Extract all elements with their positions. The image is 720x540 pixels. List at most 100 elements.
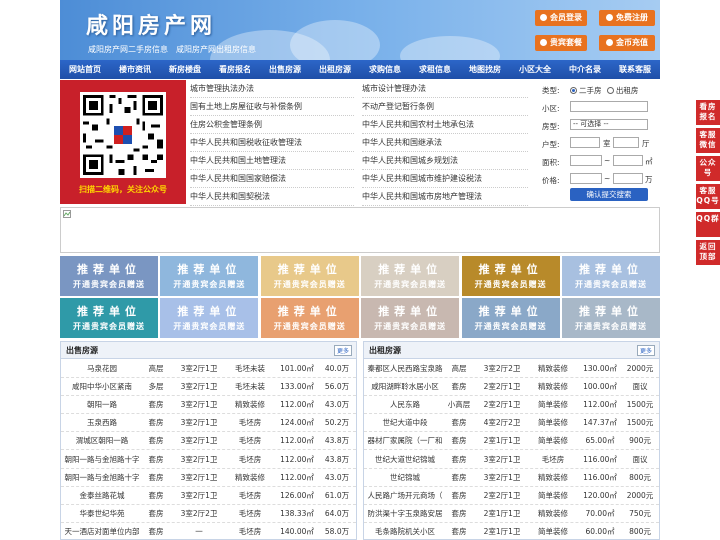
halls-select[interactable] (613, 137, 639, 148)
table-row[interactable]: 毛条路院机关小区 套房 2室1厅1卫 简单装修 60.00㎡ 800元 (364, 523, 659, 540)
register-button[interactable]: 免费注册 (599, 10, 655, 26)
area-min-input[interactable] (570, 155, 602, 166)
table-row[interactable]: 世纪大道世纪锦城 套房 3室2厅1卫 毛坯房 116.00㎡ 面议 (364, 451, 659, 469)
link-item[interactable]: 城市管理执法办法 (190, 80, 354, 98)
table-row[interactable]: 朝阳一路与金旭路十字 套房 3室2厅1卫 精致装修 112.00㎡ 43.0万 (61, 469, 356, 487)
float-qq-group[interactable]: QQ群 (696, 212, 720, 237)
rooms-select[interactable] (570, 137, 600, 148)
coin-recharge-button[interactable]: 金币充值 (599, 35, 655, 51)
table-row[interactable]: 玉泉西路 套房 3室2厅1卫 毛坯房 124.00㎡ 50.2万 (61, 414, 356, 433)
cell-community[interactable]: 玉泉西路 (63, 414, 141, 432)
nav-for-sale[interactable]: 出售房源 (260, 60, 310, 79)
nav-news[interactable]: 楼市资讯 (110, 60, 160, 79)
table-row[interactable]: 器材厂家属院（一厂和 套房 2室1厅1卫 简单装修 65.00㎡ 900元 (364, 432, 659, 451)
nav-for-rent[interactable]: 出租房源 (310, 60, 360, 79)
table-row[interactable]: 秦都区人民西路宝泉路 高层 3室2厅2卫 精致装修 130.00㎡ 2000元 (364, 360, 659, 378)
cell-community[interactable]: 毛条路院机关小区 (366, 523, 444, 540)
float-viewing-signup[interactable]: 看房报名 (696, 100, 720, 125)
recommend-tile[interactable]: 推荐单位 开通贵宾会员赠送 (160, 256, 259, 296)
link-item[interactable]: 住房公积金管理条例 (190, 116, 354, 134)
table-row[interactable]: 朝阳一路 套房 3室2厅1卫 精致装修 112.00㎡ 43.0万 (61, 396, 356, 415)
recommend-tile[interactable]: 推荐单位 开通贵宾会员赠送 (461, 256, 560, 296)
link-item[interactable]: 不动产登记暂行条例 (362, 98, 528, 116)
link-item[interactable]: 中华人民共和国继承法 (362, 134, 528, 152)
area-max-input[interactable] (613, 155, 643, 166)
cell-community[interactable]: 朝阳一路与金旭路十字 (63, 469, 141, 487)
link-item[interactable]: 中华人民共和国城市维护建设税法 (362, 170, 528, 188)
cell-community[interactable]: 世纪大道中段 (366, 414, 444, 432)
link-item[interactable]: 中华人民共和国税收征收管理法 (190, 134, 354, 152)
cell-community[interactable]: 秦都区人民西路宝泉路 (366, 360, 444, 378)
table-row[interactable]: 世纪大道中段 套房 4室2厅2卫 简单装修 147.37㎡ 1500元 (364, 414, 659, 433)
sale-more-link[interactable]: 更多 (333, 345, 352, 356)
vip-package-button[interactable]: 贵宾套餐 (535, 35, 587, 51)
table-row[interactable]: 马泉花园 高层 3室2厅1卫 毛坯未装 101.00㎡ 40.0万 (61, 360, 356, 378)
link-item[interactable]: 中华人民共和国国家赔偿法 (190, 170, 354, 188)
recommend-tile[interactable]: 推荐单位 开通贵宾会员赠送 (260, 298, 359, 338)
nav-map-search[interactable]: 地图找房 (460, 60, 510, 79)
float-official-account[interactable]: 公众号 (696, 156, 720, 181)
nav-contact[interactable]: 联系客服 (610, 60, 660, 79)
table-row[interactable]: 人民路广场开元商场（ 套房 2室2厅1卫 简单装修 120.00㎡ 2000元 (364, 487, 659, 505)
nav-viewing-signup[interactable]: 看房报名 (210, 60, 260, 79)
cell-community[interactable]: 器材厂家属院（一厂和 (366, 432, 444, 450)
cell-community[interactable]: 金泰丝路花城 (63, 487, 141, 505)
table-row[interactable]: 咸阳中华小区紧南 多层 3室2厅1卫 毛坯未装 133.00㎡ 56.0万 (61, 378, 356, 397)
table-row[interactable]: 华泰世纪华苑 套房 3室2厅2卫 毛坯房 138.33㎡ 64.0万 (61, 505, 356, 523)
recommend-tile[interactable]: 推荐单位 开通贵宾会员赠送 (60, 298, 158, 338)
cell-community[interactable]: 朝阳一路 (63, 396, 141, 414)
search-submit-button[interactable]: 确认提交搜索 (570, 188, 648, 201)
table-row[interactable]: 天一酒店对面单位内部 套房 一 毛坯房 140.00㎡ 58.0万 (61, 523, 356, 540)
cell-community[interactable]: 人民路广场开元商场（ (366, 487, 444, 505)
table-row[interactable]: 朝阳一路与金旭路十字 套房 3室2厅1卫 毛坯房 112.00㎡ 43.8万 (61, 451, 356, 469)
community-input[interactable] (570, 101, 648, 112)
price-max-input[interactable] (613, 173, 643, 184)
cell-community[interactable]: 天一酒店对面单位内部 (63, 523, 141, 540)
cell-community[interactable]: 世纪锦城 (366, 469, 444, 487)
float-qq-service[interactable]: 客服QQ号 (696, 184, 720, 209)
link-item[interactable]: 国有土地上房屋征收与补偿条例 (190, 98, 354, 116)
table-row[interactable]: 渭城区朝阳一路 套房 3室2厅1卫 毛坯房 112.00㎡ 43.8万 (61, 432, 356, 451)
member-login-button[interactable]: 会员登录 (535, 10, 587, 26)
nav-communities[interactable]: 小区大全 (510, 60, 560, 79)
recommend-tile[interactable]: 推荐单位 开通贵宾会员赠送 (461, 298, 560, 338)
cell-community[interactable]: 咸阳湖畔聆水居小区 (366, 378, 444, 396)
table-row[interactable]: 咸阳湖畔聆水居小区 套房 2室2厅1卫 精致装修 100.00㎡ 面议 (364, 378, 659, 397)
recommend-tile[interactable]: 推荐单位 开通贵宾会员赠送 (562, 298, 660, 338)
link-item[interactable]: 中华人民共和国城乡规划法 (362, 152, 528, 170)
cell-community[interactable]: 渭城区朝阳一路 (63, 432, 141, 450)
recommend-tile[interactable]: 推荐单位 开通贵宾会员赠送 (60, 256, 158, 296)
recommend-tile[interactable]: 推荐单位 开通贵宾会员赠送 (160, 298, 259, 338)
float-back-to-top[interactable]: 返回顶部 (696, 240, 720, 265)
table-row[interactable]: 金泰丝路花城 套房 3室2厅1卫 毛坯房 126.00㎡ 61.0万 (61, 487, 356, 505)
cell-community[interactable]: 人民东路 (366, 396, 444, 414)
price-min-input[interactable] (570, 173, 602, 184)
recommend-tile[interactable]: 推荐单位 开通贵宾会员赠送 (361, 256, 460, 296)
ad-banner[interactable] (60, 207, 660, 253)
recommend-tile[interactable]: 推荐单位 开通贵宾会员赠送 (562, 256, 660, 296)
radio-secondhand[interactable] (570, 87, 577, 94)
link-item[interactable]: 中华人民共和国农村土地承包法 (362, 116, 528, 134)
cell-community[interactable]: 华泰世纪华苑 (63, 505, 141, 523)
float-wechat-service[interactable]: 客服微信 (696, 128, 720, 153)
table-row[interactable]: 防洪渠十字玉泉路安居 套房 2室1厅1卫 精致装修 70.00㎡ 750元 (364, 505, 659, 523)
radio-rental[interactable] (606, 87, 614, 94)
recommend-tile[interactable]: 推荐单位 开通贵宾会员赠送 (361, 298, 460, 338)
room-select[interactable]: -- 可选择 -- (570, 119, 648, 130)
cell-community[interactable]: 朝阳一路与金旭路十字 (63, 451, 141, 469)
recommend-tile[interactable]: 推荐单位 开通贵宾会员赠送 (260, 256, 359, 296)
nav-home[interactable]: 网站首页 (60, 60, 110, 79)
link-item[interactable]: 城市设计管理办法 (362, 80, 528, 98)
cell-community[interactable]: 咸阳中华小区紧南 (63, 378, 141, 396)
nav-wanted-buy[interactable]: 求购信息 (360, 60, 410, 79)
nav-agents[interactable]: 中介名录 (560, 60, 610, 79)
table-row[interactable]: 人民东路 小高层 2室2厅1卫 简单装修 112.00㎡ 1500元 (364, 396, 659, 415)
link-item[interactable]: 中华人民共和国土地管理法 (190, 152, 354, 170)
cell-community[interactable]: 世纪大道世纪锦城 (366, 451, 444, 469)
link-item[interactable]: 中华人民共和国契税法 (190, 188, 354, 206)
link-item[interactable]: 中华人民共和国城市房地产管理法 (362, 188, 528, 206)
table-row[interactable]: 世纪锦城 套房 3室2厅1卫 精致装修 116.00㎡ 800元 (364, 469, 659, 487)
cell-community[interactable]: 防洪渠十字玉泉路安居 (366, 505, 444, 523)
site-logo[interactable]: 咸阳房产网 (86, 8, 216, 40)
nav-new-homes[interactable]: 新房楼盘 (160, 60, 210, 79)
